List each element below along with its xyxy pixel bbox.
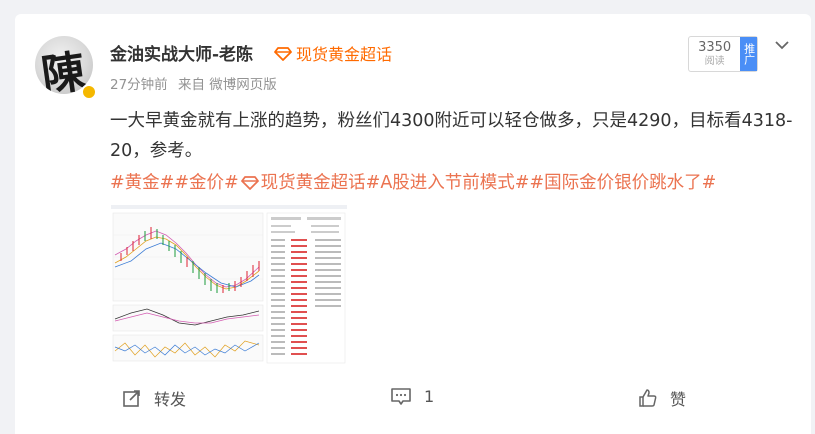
author-name[interactable]: 金油实战大师-老陈 (110, 40, 253, 65)
post-source: 来自 微博网页版 (177, 77, 277, 93)
avatar-glyph: 陳 (38, 46, 89, 94)
topic-tags: #黄金# #金价# 现货黄金超话 #A股进入节前模式# #国际金价银价跳水了# (110, 169, 716, 194)
tag-super-topic[interactable]: 现货黄金超话 (261, 169, 366, 194)
comment-count: 1 (424, 386, 435, 406)
tag-a-share[interactable]: #A股进入节前模式# (366, 169, 530, 194)
chevron-down-icon[interactable] (775, 40, 789, 50)
post-time[interactable]: 27分钟前 (110, 77, 168, 93)
read-count: 3350 阅读 (689, 37, 740, 71)
like-button[interactable]: 赞 (638, 386, 686, 410)
repost-label: 转发 (154, 390, 187, 409)
super-topic-link[interactable]: 现货黄金超话 (274, 41, 392, 65)
promote-label: 推广 (742, 43, 756, 65)
diamond-icon (240, 175, 259, 190)
action-bar: 转发 1 赞 (15, 384, 811, 414)
read-count-number: 3350 (698, 39, 732, 55)
repost-button[interactable]: 转发 (122, 386, 186, 410)
like-icon (639, 389, 657, 407)
super-topic-label: 现货黄金超话 (296, 45, 393, 64)
read-count-label: 阅读 (704, 55, 725, 67)
like-label: 赞 (670, 390, 687, 409)
tag-gold[interactable]: #黄金# (110, 169, 174, 194)
tag-gold-silver-drop[interactable]: #国际金价银价跳水了# (529, 169, 716, 194)
comment-icon (391, 388, 411, 405)
comment-button[interactable]: 1 (390, 386, 434, 406)
chart-image[interactable] (111, 205, 347, 365)
post-meta: 27分钟前 来自 微博网页版 (110, 73, 283, 93)
diamond-icon (274, 47, 292, 61)
verified-badge-icon (81, 84, 97, 100)
repost-icon (123, 390, 140, 407)
tag-gold-price[interactable]: #金价# (174, 169, 238, 194)
promote-button[interactable]: 推广 (740, 37, 757, 71)
read-count-box: 3350 阅读 推广 (688, 36, 758, 72)
weibo-post-card: 陳 金油实战大师-老陈 现货黄金超话 27分钟前 来自 微博网页版 3350 阅… (15, 14, 811, 434)
post-text: 一大早黄金就有上涨的趋势，粉丝们4300附近可以轻仓做多，只是4290，目标看4… (110, 111, 793, 161)
